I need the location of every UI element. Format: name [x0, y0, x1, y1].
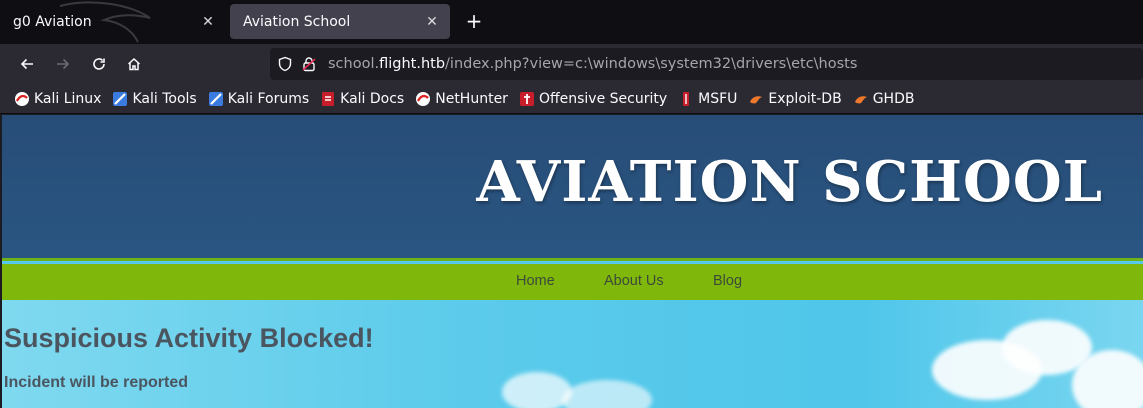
- bookmark-label: NetHunter: [435, 90, 508, 107]
- ghdb-icon: [853, 91, 869, 107]
- web-page: AVIATION SCHOOL Home About Us Blog Suspi…: [2, 115, 1143, 408]
- back-arrow-icon[interactable]: [15, 52, 39, 76]
- exploit-db-icon: [748, 91, 764, 107]
- msfu-icon: [678, 91, 694, 107]
- navigation-bar: school. flight.htb/index.php?view=c:\wind…: [0, 44, 1143, 84]
- tab-close-icon[interactable]: ✕: [424, 14, 440, 30]
- bookmark-label: Kali Linux: [34, 90, 102, 107]
- blocked-alert-heading: Suspicious Activity Blocked!: [4, 323, 374, 353]
- insecure-lock-icon[interactable]: [300, 55, 318, 73]
- bookmark-label: Kali Docs: [340, 90, 405, 107]
- blocked-alert-subheading: Incident will be reported: [4, 374, 189, 391]
- tab-close-icon[interactable]: ✕: [200, 14, 216, 30]
- bookmark-ghdb[interactable]: GHDB: [853, 90, 915, 107]
- sky-background-image: Suspicious Activity Blocked! Incident wi…: [2, 300, 1143, 408]
- bookmarks-toolbar: Kali Linux Kali Tools Kali Forums Kali D…: [0, 84, 1143, 114]
- bookmark-kali-tools[interactable]: Kali Tools: [112, 90, 197, 107]
- reload-icon[interactable]: [87, 52, 111, 76]
- nethunter-icon: [415, 91, 431, 107]
- site-title: AVIATION SCHOOL: [476, 149, 1103, 215]
- bookmark-label: Offensive Security: [538, 90, 668, 107]
- address-bar[interactable]: school. flight.htb/index.php?view=c:\wind…: [270, 48, 1143, 80]
- bookmark-label: GHDB: [872, 90, 915, 107]
- bookmark-label: MSFU: [698, 90, 738, 107]
- tab-title: g0 Aviation: [13, 13, 92, 30]
- site-header: AVIATION SCHOOL: [2, 115, 1143, 261]
- tab-g0-aviation[interactable]: g0 Aviation ✕: [0, 4, 226, 39]
- cloud-shape: [562, 380, 652, 408]
- tab-aviation-school[interactable]: Aviation School ✕: [230, 4, 450, 39]
- bookmark-kali-linux[interactable]: Kali Linux: [14, 91, 101, 107]
- forward-arrow-icon[interactable]: [51, 52, 75, 76]
- bookmark-msfu[interactable]: MSFU: [678, 91, 737, 107]
- bookmark-nethunter[interactable]: NetHunter: [415, 91, 508, 107]
- menu-link-blog[interactable]: Blog: [713, 273, 742, 289]
- kali-dragon-icon: [14, 91, 30, 107]
- shield-icon[interactable]: [276, 55, 294, 73]
- home-icon[interactable]: [122, 52, 146, 76]
- menu-link-about-us[interactable]: About Us: [604, 273, 664, 289]
- tab-title: Aviation School: [243, 13, 351, 30]
- menu-link-home[interactable]: Home: [516, 273, 555, 289]
- tab-strip: g0 Aviation ✕ Aviation School ✕ +: [0, 0, 1143, 44]
- bookmark-label: Kali Tools: [132, 90, 197, 107]
- kali-tools-icon: [112, 91, 128, 107]
- bookmark-label: Kali Forums: [227, 90, 310, 107]
- bookmark-kali-docs[interactable]: Kali Docs: [320, 91, 404, 107]
- kali-docs-icon: [320, 91, 336, 107]
- kali-forums-icon: [208, 91, 224, 107]
- new-tab-icon[interactable]: +: [462, 9, 486, 33]
- bookmark-kali-forums[interactable]: Kali Forums: [208, 91, 309, 107]
- url-domain: flight.htb: [379, 56, 446, 72]
- bookmark-exploit-db[interactable]: Exploit-DB: [748, 90, 842, 107]
- site-menu: Home About Us Blog: [2, 264, 1143, 300]
- url-subdomain: school.: [328, 56, 380, 72]
- offsec-icon: [519, 91, 535, 107]
- bookmark-offensive-security[interactable]: Offensive Security: [519, 91, 667, 107]
- bookmark-label: Exploit-DB: [768, 90, 842, 107]
- url-path: /index.php?view=c:\windows\system32\driv…: [445, 56, 858, 72]
